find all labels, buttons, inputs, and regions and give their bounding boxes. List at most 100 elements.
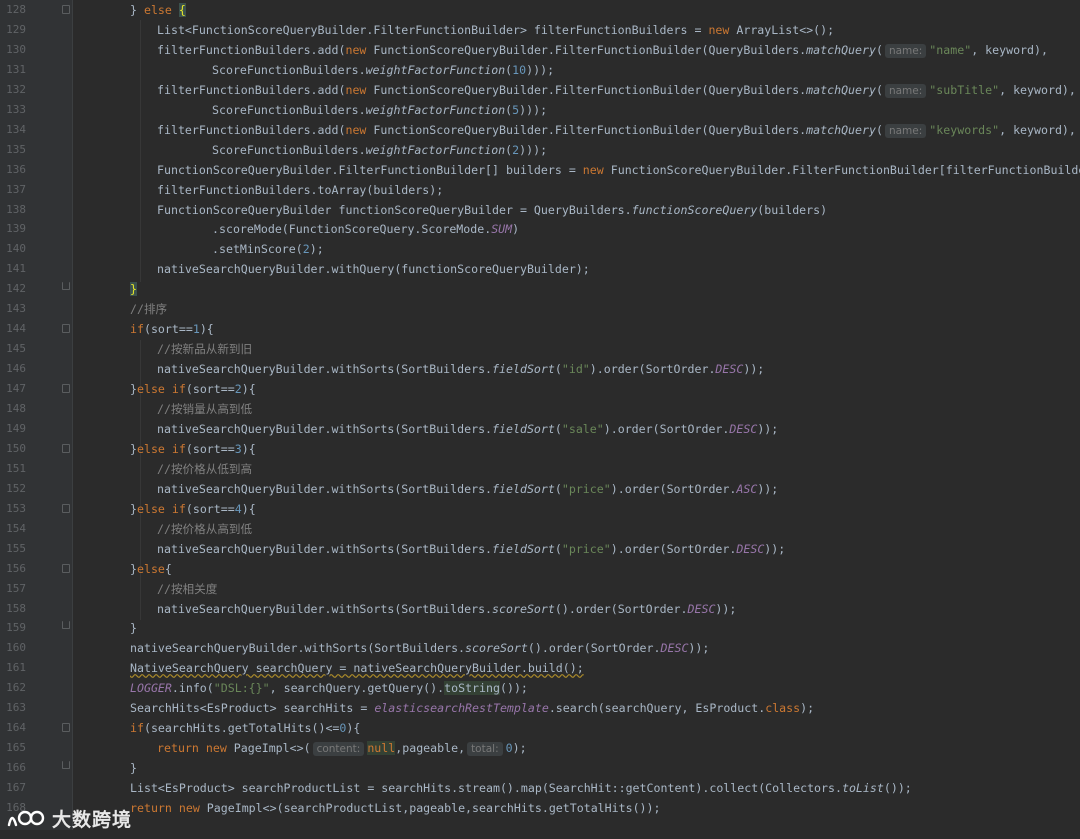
field-reference: elasticsearchRestTemplate [374, 701, 549, 716]
fold-end-icon[interactable] [62, 761, 70, 770]
fold-toggle-icon[interactable] [62, 503, 70, 513]
fold-toggle-icon[interactable] [62, 324, 70, 334]
code-line[interactable]: 168 return new PageImpl<>(searchProductLi… [0, 798, 1080, 818]
code-line[interactable]: 148 //按销量从高到低 [0, 399, 1080, 419]
code-line[interactable]: 160 nativeSearchQueryBuilder.withSorts(So… [0, 638, 1080, 658]
code-line[interactable]: 141 nativeSearchQueryBuilder.withQuery(fu… [0, 259, 1080, 279]
line-number: 135 [6, 142, 26, 156]
fold-toggle-icon[interactable] [62, 723, 70, 733]
keyword: new [345, 122, 367, 137]
code-content: nativeSearchQueryBuilder.withSorts(SortB… [157, 599, 736, 619]
code-text: ( [875, 82, 883, 97]
line-number: 133 [6, 102, 26, 116]
code-content: }else{ [130, 559, 172, 579]
code-line[interactable]: 150}else if(sort==3){ [0, 439, 1080, 459]
code-line[interactable]: 142} [0, 279, 1080, 299]
code-line[interactable]: 162 LOGGER.info("DSL:{}", searchQuery.get… [0, 678, 1080, 698]
code-text: (sort== [143, 322, 193, 337]
code-line[interactable]: 135 ScoreFunctionBuilders.weightFactorFun… [0, 140, 1080, 160]
code-text: ()); [883, 781, 912, 796]
code-line[interactable]: 131 ScoreFunctionBuilders.weightFactorFun… [0, 60, 1080, 80]
fold-toggle-icon[interactable] [62, 384, 70, 394]
code-line[interactable]: 143 //排序 [0, 299, 1080, 319]
code-line[interactable]: 134 filterFunctionBuilders.add(new Functi… [0, 120, 1080, 140]
code-text: .info( [171, 681, 214, 696]
matched-brace: } [130, 282, 137, 297]
code-content: }else if(sort==2){ [130, 379, 256, 399]
code-line[interactable]: 165 return new PageImpl<>(content: null,pa… [0, 738, 1080, 758]
code-text: nativeSearchQueryBuilder.withSorts(SortB… [157, 481, 493, 496]
code-line[interactable]: 139 .scoreMode(FunctionScoreQuery.ScoreMo… [0, 219, 1080, 239]
code-content: filterFunctionBuilders.toArray(builders)… [157, 180, 443, 200]
code-text: ){ [199, 322, 214, 337]
line-number: 152 [6, 481, 26, 495]
fold-end-icon[interactable] [62, 282, 70, 291]
code-line[interactable]: 159} [0, 618, 1080, 638]
code-line[interactable]: 140 .setMinScore(2); [0, 239, 1080, 259]
line-number: 146 [6, 362, 26, 376]
line-number: 138 [6, 202, 26, 216]
code-text: ( [554, 362, 562, 377]
code-text: , keyword), [971, 42, 1048, 57]
fold-toggle-icon[interactable] [62, 5, 70, 14]
line-number: 151 [6, 461, 26, 475]
parameter-hint: content: [312, 742, 365, 757]
constant: DESC [729, 421, 758, 436]
line-number: 131 [6, 62, 26, 76]
code-editor[interactable]: 128} else {129 List<FunctionScoreQueryBui… [0, 0, 1080, 839]
line-number: 158 [6, 601, 26, 615]
line-number: 134 [6, 122, 26, 136]
code-line[interactable]: 153}else if(sort==4){ [0, 499, 1080, 519]
code-line[interactable]: 151 //按价格从低到高 [0, 459, 1080, 479]
code-line[interactable]: 154 //按价格从高到低 [0, 519, 1080, 539]
code-content: return new PageImpl<>(content: null,pagea… [157, 738, 527, 758]
code-text: ); [800, 701, 815, 716]
code-line[interactable]: 146 nativeSearchQueryBuilder.withSorts(So… [0, 359, 1080, 379]
code-line[interactable]: 163 SearchHits<EsProduct> searchHits = el… [0, 698, 1080, 718]
line-number: 159 [6, 621, 26, 635]
code-text: (sort== [185, 441, 235, 456]
code-line[interactable]: 138 FunctionScoreQueryBuilder functionSco… [0, 200, 1080, 220]
fold-toggle-icon[interactable] [62, 563, 70, 573]
code-line[interactable]: 158 nativeSearchQueryBuilder.withSorts(So… [0, 599, 1080, 619]
code-content: filterFunctionBuilders.add(new FunctionS… [157, 40, 1048, 60]
code-line[interactable]: 167 List<EsProduct> searchProductList = s… [0, 778, 1080, 798]
code-content: SearchHits<EsProduct> searchHits = elast… [130, 698, 814, 718]
comment: //按价格从低到高 [157, 461, 253, 476]
code-line[interactable]: 144 if(sort==1){ [0, 319, 1080, 339]
parameter-hint: name: [884, 43, 927, 58]
code-content: }else if(sort==4){ [130, 499, 256, 519]
string-literal: "keywords" [929, 122, 1000, 137]
code-line[interactable]: 147}else if(sort==2){ [0, 379, 1080, 399]
keyword: else if [136, 501, 186, 516]
code-line[interactable]: 132 filterFunctionBuilders.add(new Functi… [0, 80, 1080, 100]
code-content: //按价格从高到低 [157, 519, 252, 539]
code-line[interactable]: 156}else{ [0, 559, 1080, 579]
code-line[interactable]: 166} [0, 758, 1080, 778]
code-line[interactable]: 164 if(searchHits.getTotalHits()<=0){ [0, 718, 1080, 738]
line-number: 163 [6, 701, 26, 715]
fold-end-icon[interactable] [62, 621, 70, 630]
code-line[interactable]: 157 //按相关度 [0, 579, 1080, 599]
code-line[interactable]: 152 nativeSearchQueryBuilder.withSorts(So… [0, 479, 1080, 499]
code-text: ( [554, 481, 562, 496]
code-line[interactable]: 145 //按新品从新到旧 [0, 339, 1080, 359]
matched-brace: { [178, 3, 186, 17]
keyword: else if [136, 382, 186, 397]
watermark-text: 大数跨境 [52, 808, 133, 831]
code-line[interactable]: 161 NativeSearchQuery searchQuery = nativ… [0, 658, 1080, 678]
code-line[interactable]: 129 List<FunctionScoreQueryBuilder.Filter… [0, 20, 1080, 40]
code-line[interactable]: 130 filterFunctionBuilders.add(new Functi… [0, 40, 1080, 60]
keyword: else [143, 3, 172, 17]
line-number: 141 [6, 262, 26, 276]
code-line[interactable]: 128} else { [0, 0, 1080, 20]
code-line[interactable]: 137 filterFunctionBuilders.toArray(builde… [0, 180, 1080, 200]
code-line[interactable]: 133 ScoreFunctionBuilders.weightFactorFun… [0, 100, 1080, 120]
line-number: 143 [6, 302, 26, 316]
keyword: return new [130, 801, 200, 815]
code-line[interactable]: 149 nativeSearchQueryBuilder.withSorts(So… [0, 419, 1080, 439]
code-line[interactable]: 155 nativeSearchQueryBuilder.withSorts(So… [0, 539, 1080, 559]
fold-toggle-icon[interactable] [62, 443, 70, 453]
horizontal-scrollbar[interactable] [0, 830, 1080, 839]
code-line[interactable]: 136 FunctionScoreQueryBuilder.FilterFunct… [0, 160, 1080, 180]
